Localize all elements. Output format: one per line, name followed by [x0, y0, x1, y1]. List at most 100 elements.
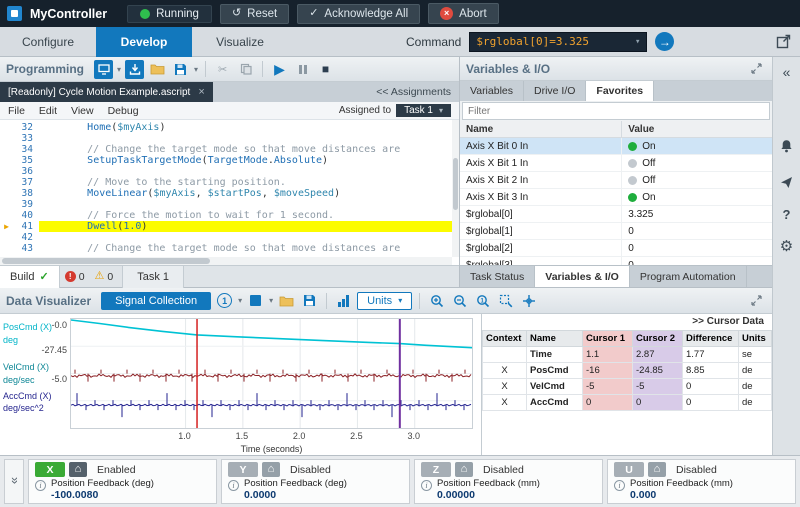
- run-program-button[interactable]: ▶: [270, 60, 289, 79]
- code-line[interactable]: 43 // Change the target mode so that mov…: [0, 243, 459, 254]
- code-line[interactable]: 35 SetupTaskTargetMode(TargetMode.Absolu…: [0, 155, 459, 166]
- code-line[interactable]: 32 Home($myAxis): [0, 122, 459, 133]
- command-dropdown-icon[interactable]: ▾: [635, 37, 640, 47]
- code-editor[interactable]: 32 Home($myAxis)3334 // Change the targe…: [0, 120, 459, 265]
- import-program-icon[interactable]: [125, 60, 144, 79]
- scrollbar-thumb[interactable]: [453, 158, 458, 210]
- variable-row[interactable]: Axis X Bit 1 InOff: [460, 155, 772, 172]
- expand-visualizer-button[interactable]: [747, 291, 766, 310]
- variable-row[interactable]: $rglobal[3]0: [460, 257, 772, 265]
- home-axis-button[interactable]: ⌂: [455, 462, 473, 477]
- cut-button[interactable]: ✂: [213, 60, 232, 79]
- notifications-button[interactable]: [776, 135, 798, 157]
- scrollbar-thumb[interactable]: [2, 258, 210, 264]
- info-icon[interactable]: i: [35, 480, 46, 491]
- collapse-axes-bar-button[interactable]: «: [4, 459, 24, 504]
- command-input[interactable]: $rglobal[0]=3.325 ▾: [469, 32, 647, 52]
- collapse-strip-button[interactable]: «: [776, 61, 798, 83]
- zoom-out-button[interactable]: [450, 291, 469, 310]
- command-execute-button[interactable]: →: [655, 32, 674, 51]
- variable-row[interactable]: Axis X Bit 0 InOn: [460, 138, 772, 155]
- bottom-tab-task-status[interactable]: Task Status: [460, 266, 535, 287]
- plot-style-dropdown-icon[interactable]: ▾: [269, 296, 273, 305]
- chart-plot-area[interactable]: [70, 318, 473, 429]
- tab-task-1[interactable]: Task 1: [122, 266, 184, 288]
- cursor-data-header[interactable]: >> Cursor Data: [482, 314, 772, 330]
- info-icon[interactable]: i: [228, 480, 239, 491]
- home-axis-button[interactable]: ⌂: [262, 462, 280, 477]
- cursor-column-name[interactable]: Name: [527, 331, 583, 347]
- assigned-task-selector[interactable]: Task 1 ▾: [396, 104, 451, 117]
- cursor-column-cursor-2[interactable]: Cursor 2: [633, 331, 683, 347]
- variable-row[interactable]: $rglobal[0]3.325: [460, 206, 772, 223]
- cursor-data-row[interactable]: XVelCmd-5-50de: [483, 379, 772, 395]
- info-icon[interactable]: i: [421, 480, 432, 491]
- bottom-tab-variables-i-o[interactable]: Variables & I/O: [535, 266, 630, 287]
- cursor-column-units[interactable]: Units: [739, 331, 772, 347]
- settings-button[interactable]: ⚙: [776, 235, 798, 257]
- variable-row[interactable]: $rglobal[1]0: [460, 223, 772, 240]
- assignments-collapsed-panel[interactable]: << Assignments: [376, 86, 451, 98]
- save-collection-button[interactable]: [300, 291, 319, 310]
- code-line[interactable]: 40 // Force the motion to wait for 1 sec…: [0, 210, 459, 221]
- y-axis-name[interactable]: PosCmd (X): [3, 322, 52, 332]
- zoom-fit-button[interactable]: 1: [473, 291, 492, 310]
- code-line[interactable]: 36: [0, 166, 459, 177]
- home-axis-button[interactable]: ⌂: [69, 462, 87, 477]
- axis-u-button[interactable]: U: [614, 462, 644, 477]
- pause-program-button[interactable]: [293, 60, 312, 79]
- expand-panel-button[interactable]: [747, 59, 766, 78]
- warning-count[interactable]: ⚠ 0: [95, 271, 114, 283]
- tab-build[interactable]: Build ✓: [0, 266, 60, 288]
- tab-configure[interactable]: Configure: [0, 27, 96, 57]
- tab-visualize[interactable]: Visualize: [192, 27, 288, 57]
- reset-button[interactable]: ↺ Reset: [220, 4, 289, 24]
- axis-z-button[interactable]: Z: [421, 462, 451, 477]
- menu-edit[interactable]: Edit: [39, 105, 57, 117]
- y-axis-name[interactable]: VelCmd (X): [3, 362, 49, 372]
- acknowledge-all-button[interactable]: ✓ Acknowledge All: [297, 4, 420, 24]
- open-file-button[interactable]: [148, 60, 167, 79]
- menu-file[interactable]: File: [8, 105, 25, 117]
- save-dropdown-icon[interactable]: ▾: [194, 65, 198, 74]
- console-icon[interactable]: [94, 60, 113, 79]
- y-axis-name[interactable]: AccCmd (X): [3, 391, 52, 401]
- vertical-scrollbar[interactable]: [452, 120, 459, 257]
- cursor-data-row[interactable]: XAccCmd000de: [483, 395, 772, 411]
- variables-tab-favorites[interactable]: Favorites: [586, 81, 654, 101]
- open-collection-button[interactable]: [277, 291, 296, 310]
- error-count[interactable]: ! 0: [65, 271, 85, 283]
- variables-tab-drive-i-o[interactable]: Drive I/O: [524, 81, 586, 101]
- chart-type-button[interactable]: [334, 291, 353, 310]
- cursor-column-cursor-1[interactable]: Cursor 1: [583, 331, 633, 347]
- filter-input[interactable]: [462, 102, 770, 120]
- collection-dropdown-icon[interactable]: ▾: [238, 296, 242, 305]
- console-dropdown-icon[interactable]: ▾: [117, 65, 121, 74]
- stop-program-button[interactable]: ■: [316, 60, 335, 79]
- code-line[interactable]: 38 MoveLinear($myAxis, $startPos, $moveS…: [0, 188, 459, 199]
- cursor-column-difference[interactable]: Difference: [683, 331, 739, 347]
- info-icon[interactable]: i: [614, 480, 625, 491]
- bottom-tab-program-automation[interactable]: Program Automation: [630, 266, 747, 287]
- horizontal-scrollbar[interactable]: [0, 257, 452, 265]
- pan-crosshair-button[interactable]: [519, 291, 538, 310]
- units-dropdown[interactable]: Units ▾: [357, 292, 412, 310]
- code-line[interactable]: 39: [0, 199, 459, 210]
- variable-row[interactable]: Axis X Bit 2 InOff: [460, 172, 772, 189]
- tab-develop[interactable]: Develop: [96, 27, 192, 57]
- axis-y-button[interactable]: Y: [228, 462, 258, 477]
- cursor-column-context[interactable]: Context: [483, 331, 527, 347]
- abort-button[interactable]: × Abort: [428, 3, 499, 24]
- signal-collection-button[interactable]: Signal Collection: [101, 292, 211, 310]
- column-name[interactable]: Name: [460, 121, 622, 137]
- code-line[interactable]: 33: [0, 133, 459, 144]
- help-button[interactable]: ?: [776, 203, 798, 225]
- code-line[interactable]: 37 // Move to the starting position.: [0, 177, 459, 188]
- variables-tab-variables[interactable]: Variables: [460, 81, 524, 101]
- cursor-data-row[interactable]: XPosCmd-16-24.858.85de: [483, 363, 772, 379]
- axis-x-button[interactable]: X: [35, 462, 65, 477]
- variable-row[interactable]: $rglobal[2]0: [460, 240, 772, 257]
- code-line[interactable]: ▶41 Dwell(1.0): [0, 221, 459, 232]
- menu-view[interactable]: View: [71, 105, 94, 117]
- save-file-button[interactable]: [171, 60, 190, 79]
